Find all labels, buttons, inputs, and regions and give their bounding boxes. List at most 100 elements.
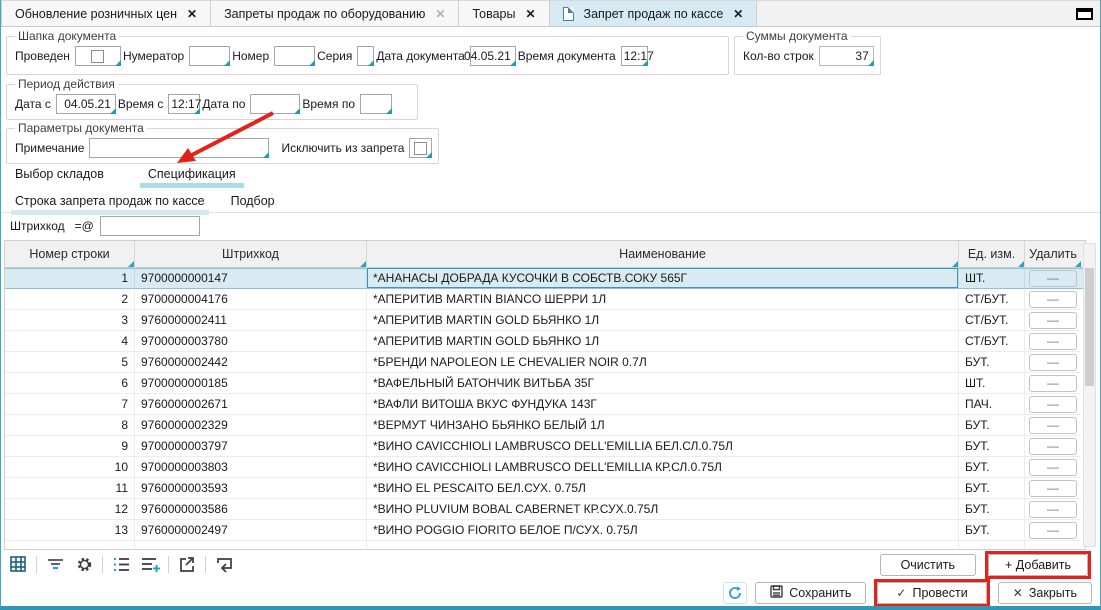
- unit-cell[interactable]: БУТ.: [959, 436, 1025, 457]
- unit-cell[interactable]: ШТ.: [959, 268, 1025, 289]
- name-cell[interactable]: *ВИНО POGGIO FIORITO БЕЛОЕ П/СУХ. 0.75Л: [367, 520, 959, 541]
- unit-cell[interactable]: БУТ.: [959, 478, 1025, 499]
- refresh-button[interactable]: [723, 582, 747, 604]
- unit-cell[interactable]: ШТ.: [959, 373, 1025, 394]
- delete-row-button[interactable]: —: [1029, 417, 1077, 434]
- row-number-cell[interactable]: 8: [5, 415, 135, 436]
- vertical-scrollbar[interactable]: [1083, 243, 1096, 547]
- delete-row-button[interactable]: —: [1029, 333, 1077, 350]
- post-button[interactable]: ✓ Провести: [877, 582, 986, 604]
- row-number-cell[interactable]: 1: [5, 268, 135, 289]
- tab-goods[interactable]: Товары ✕: [459, 1, 549, 26]
- posted-checkbox[interactable]: [91, 50, 104, 63]
- table-row[interactable]: 29700000004176*АПЕРИТИВ MARTIN BIANCO ШЕ…: [5, 289, 1085, 310]
- save-button[interactable]: Сохранить: [755, 582, 866, 604]
- exclude-field[interactable]: [409, 138, 432, 158]
- barcode-cell[interactable]: 9760000002329: [135, 415, 367, 436]
- table-row[interactable]: 139760000002497*ВИНО POGGIO FIORITO БЕЛО…: [5, 520, 1085, 541]
- barcode-cell[interactable]: 9760000002671: [135, 394, 367, 415]
- grid-settings-icon[interactable]: [7, 553, 29, 575]
- number-field[interactable]: [274, 46, 315, 66]
- close-icon[interactable]: ✕: [187, 7, 197, 21]
- gear-icon[interactable]: [73, 553, 95, 575]
- unit-cell[interactable]: ПАЧ.: [959, 394, 1025, 415]
- column-header-name[interactable]: Наименование: [367, 241, 959, 267]
- name-cell[interactable]: *ВИНО EL PESCAITO БЕЛ.СУХ. 0.75Л: [367, 478, 959, 499]
- unit-cell[interactable]: СТ/БУТ.: [959, 310, 1025, 331]
- delete-row-button[interactable]: —: [1029, 480, 1077, 497]
- numbered-list-icon[interactable]: [110, 553, 132, 575]
- name-cell[interactable]: *АПЕРИТИВ MARTIN BIANCO ШЕРРИ 1Л: [367, 289, 959, 310]
- delete-row-button[interactable]: —: [1029, 375, 1077, 392]
- tab-warehouse-selection[interactable]: Выбор складов: [7, 164, 118, 186]
- clear-button[interactable]: Очистить: [880, 554, 976, 576]
- row-number-cell[interactable]: 12: [5, 499, 135, 520]
- delete-row-button[interactable]: —: [1029, 459, 1077, 476]
- column-header-row-number[interactable]: Номер строки: [5, 241, 135, 267]
- delete-row-button[interactable]: —: [1029, 501, 1077, 518]
- maximize-icon[interactable]: [1076, 8, 1093, 20]
- delete-row-button[interactable]: —: [1029, 270, 1077, 287]
- barcode-cell[interactable]: 9700000003797: [135, 436, 367, 457]
- delete-row-button[interactable]: —: [1029, 354, 1077, 371]
- reload-loop-icon[interactable]: [213, 553, 235, 575]
- row-number-cell[interactable]: 11: [5, 478, 135, 499]
- table-row[interactable]: 129760000003586*ВИНО PLUVIUM BOBAL CABER…: [5, 499, 1085, 520]
- barcode-cell[interactable]: 9700000000185: [135, 373, 367, 394]
- barcode-cell[interactable]: 9760000002411: [135, 310, 367, 331]
- delete-row-button[interactable]: —: [1029, 291, 1077, 308]
- unit-cell[interactable]: БУТ.: [959, 520, 1025, 541]
- name-cell[interactable]: *ВИНО CAVICCHIOLI LAMBRUSCO DELL'EMILLIA…: [367, 436, 959, 457]
- note-field[interactable]: [89, 138, 269, 158]
- unit-cell[interactable]: БУТ.: [959, 415, 1025, 436]
- delete-row-button[interactable]: —: [1029, 438, 1077, 455]
- table-row[interactable]: 99700000003797*ВИНО CAVICCHIOLI LAMBRUSC…: [5, 436, 1085, 457]
- barcode-cell[interactable]: 9700000004176: [135, 289, 367, 310]
- column-header-delete[interactable]: Удалить: [1025, 241, 1081, 267]
- name-cell[interactable]: *ВАФЛИ ВИТОША ВКУС ФУНДУКА 143Г: [367, 394, 959, 415]
- delete-row-button[interactable]: —: [1029, 522, 1077, 539]
- tab-retail-price-update[interactable]: Обновление розничных цен ✕: [1, 1, 211, 26]
- delete-row-button[interactable]: —: [1029, 396, 1077, 413]
- name-cell[interactable]: *ВИНО PLUVIUM BOBAL CABERNET КР.СУХ.0.75…: [367, 499, 959, 520]
- filter-icon[interactable]: [44, 553, 66, 575]
- close-button[interactable]: ✕ Закрыть: [998, 582, 1092, 604]
- barcode-cell[interactable]: 9700000003803: [135, 457, 367, 478]
- table-row[interactable]: 59760000002442*БРЕНДИ NAPOLEON LE CHEVAL…: [5, 352, 1085, 373]
- name-cell[interactable]: *ВИНО CAVICCHIOLI LAMBRUSCO DELL'EMILLIA…: [367, 457, 959, 478]
- barcode-cell[interactable]: 9700000003780: [135, 331, 367, 352]
- column-header-unit[interactable]: Ед. изм.: [959, 241, 1025, 267]
- name-cell[interactable]: *АНАНАСЫ ДОБРАДА КУСОЧКИ В СОБСТВ.СОКУ 5…: [367, 268, 959, 289]
- series-field[interactable]: [357, 46, 374, 66]
- close-icon[interactable]: ✕: [525, 7, 535, 21]
- tab-ban-row[interactable]: Строка запрета продаж по кассе: [11, 191, 227, 213]
- table-row[interactable]: 89760000002329*ВЕРМУТ ЧИНЗАНО БЬЯНКО БЕЛ…: [5, 415, 1085, 436]
- barcode-filter-input[interactable]: [100, 216, 200, 236]
- row-number-cell[interactable]: 2: [5, 289, 135, 310]
- row-number-cell[interactable]: 6: [5, 373, 135, 394]
- date-to-field[interactable]: [250, 94, 300, 114]
- tab-specification[interactable]: Спецификация: [140, 164, 250, 186]
- add-lines-icon[interactable]: [139, 553, 161, 575]
- scrollbar-thumb[interactable]: [1085, 268, 1094, 386]
- date-from-field[interactable]: 04.05.21: [56, 94, 116, 114]
- close-icon[interactable]: ✕: [435, 7, 445, 21]
- add-button[interactable]: + Добавить: [988, 554, 1088, 576]
- row-number-cell[interactable]: 7: [5, 394, 135, 415]
- tab-podbor[interactable]: Подбор: [227, 191, 297, 213]
- table-row[interactable]: 79760000002671*ВАФЛИ ВИТОША ВКУС ФУНДУКА…: [5, 394, 1085, 415]
- unit-cell[interactable]: БУТ.: [959, 499, 1025, 520]
- table-row[interactable]: 39760000002411*АПЕРИТИВ MARTIN GOLD БЬЯН…: [5, 310, 1085, 331]
- table-row[interactable]: 69700000000185*ВАФЕЛЬНЫЙ БАТОНЧИК ВИТЬБА…: [5, 373, 1085, 394]
- table-row[interactable]: 19700000000147*АНАНАСЫ ДОБРАДА КУСОЧКИ В…: [5, 268, 1085, 289]
- name-cell[interactable]: *АПЕРИТИВ MARTIN GOLD БЬЯНКО 1Л: [367, 310, 959, 331]
- unit-cell[interactable]: СТ/БУТ.: [959, 331, 1025, 352]
- name-cell[interactable]: *ВАФЕЛЬНЫЙ БАТОНЧИК ВИТЬБА 35Г: [367, 373, 959, 394]
- table-row[interactable]: 109700000003803*ВИНО CAVICCHIOLI LAMBRUS…: [5, 457, 1085, 478]
- row-number-cell[interactable]: 10: [5, 457, 135, 478]
- row-number-cell[interactable]: 5: [5, 352, 135, 373]
- time-from-field[interactable]: 12:17: [168, 94, 200, 114]
- barcode-cell[interactable]: 9700000000147: [135, 268, 367, 289]
- table-row[interactable]: 49700000003780*АПЕРИТИВ MARTIN GOLD БЬЯН…: [5, 331, 1085, 352]
- unit-cell[interactable]: СТ/БУТ.: [959, 289, 1025, 310]
